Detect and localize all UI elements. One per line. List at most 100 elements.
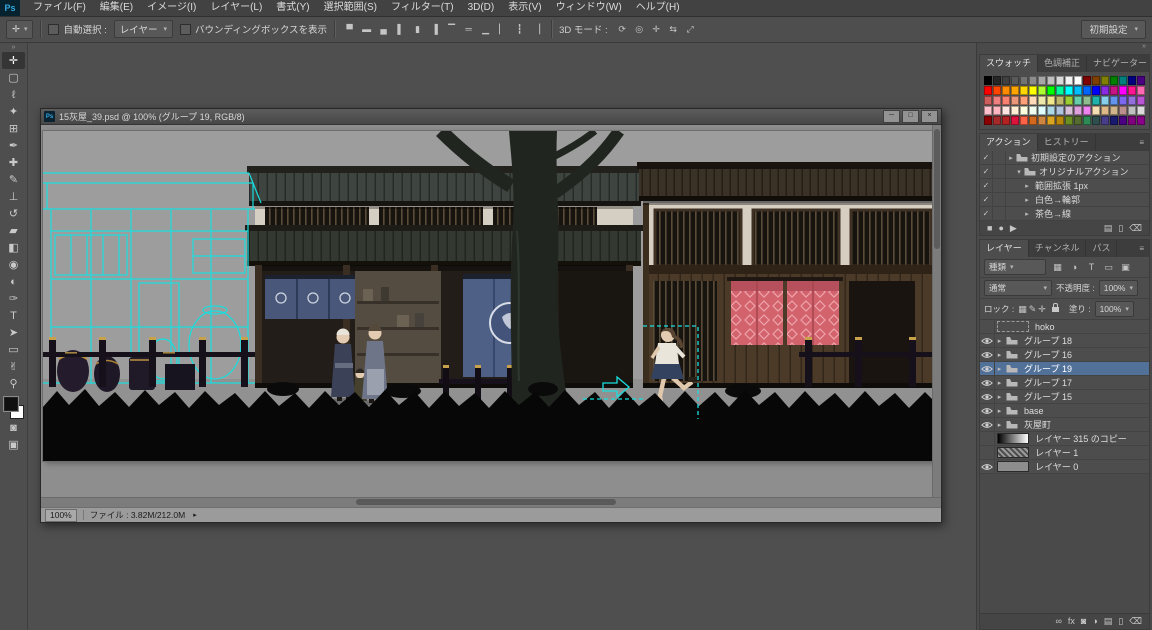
layer-name[interactable]: グループ 16 <box>1024 348 1072 361</box>
swatch[interactable] <box>1110 96 1118 105</box>
screen-mode-button[interactable]: ▣ <box>2 436 25 453</box>
swatch[interactable] <box>1128 96 1136 105</box>
expander-icon[interactable]: ▸ <box>995 393 1004 401</box>
layer-style-icon[interactable]: fx <box>1068 617 1075 626</box>
opacity-field[interactable]: 100% ▾ <box>1098 280 1138 296</box>
swatch[interactable] <box>1056 96 1064 105</box>
distribute-left-edges[interactable]: ▏ <box>495 21 510 37</box>
layer-row[interactable]: ▸ base <box>980 404 1149 418</box>
swatch[interactable] <box>1029 96 1037 105</box>
align-top-edges[interactable]: ▀ <box>342 21 357 37</box>
layer-row[interactable]: ▸ グループ 19 <box>980 362 1149 376</box>
distribute-top-edges[interactable]: ▔ <box>444 21 459 37</box>
vertical-scroll-thumb[interactable] <box>934 129 940 249</box>
swatch[interactable] <box>993 116 1001 125</box>
swatch[interactable] <box>1092 86 1100 95</box>
swatch[interactable] <box>1092 76 1100 85</box>
layer-thumbnail[interactable] <box>997 447 1029 458</box>
align-right-edges[interactable]: ▐ <box>427 21 442 37</box>
action-check-toggle[interactable]: ✓ <box>980 193 993 206</box>
swatch[interactable] <box>1083 86 1091 95</box>
play-icon[interactable]: ▶ <box>1010 223 1017 233</box>
layer-name[interactable]: base <box>1024 406 1044 416</box>
distribute-horizontal-centers[interactable]: ┇ <box>512 21 527 37</box>
layer-name[interactable]: レイヤー 0 <box>1035 460 1078 473</box>
swatches-tab[interactable]: スウォッチ <box>980 55 1039 72</box>
stop-icon[interactable]: ■ <box>987 223 992 233</box>
swatch[interactable] <box>1110 86 1118 95</box>
action-row[interactable]: ✓ ▸ 茶色→線 <box>980 207 1149 221</box>
swatch[interactable] <box>1020 106 1028 115</box>
menu-item[interactable]: フィルター(T) <box>384 0 461 16</box>
swatch[interactable] <box>1119 76 1127 85</box>
swatch[interactable] <box>984 116 992 125</box>
swatch[interactable] <box>1110 76 1118 85</box>
action-row[interactable]: ✓ ▸ 白色→輪郭 <box>980 193 1149 207</box>
lock-all-icon[interactable] <box>1051 302 1059 312</box>
swatch[interactable] <box>1083 116 1091 125</box>
swatch[interactable] <box>1083 106 1091 115</box>
move-tool[interactable]: ✛ <box>2 52 25 69</box>
dodge-tool[interactable]: ◐ <box>2 273 25 290</box>
layer-visibility-toggle[interactable] <box>980 418 995 431</box>
lasso-tool[interactable]: ℓ <box>2 86 25 103</box>
swatch[interactable] <box>1074 106 1082 115</box>
swatch[interactable] <box>1137 76 1145 85</box>
expander-icon[interactable]: ▸ <box>1022 182 1032 190</box>
swatch[interactable] <box>1137 96 1145 105</box>
distribute-bottom-edges[interactable]: ▁ <box>478 21 493 37</box>
quick-mask-button[interactable]: ◙ <box>2 419 25 436</box>
dialog-toggle[interactable] <box>993 193 1006 206</box>
hand-tool[interactable]: ✌ <box>2 358 25 375</box>
new-adjustment-layer-icon[interactable]: ◑ <box>1092 617 1097 626</box>
blur-tool[interactable]: ◉ <box>2 256 25 273</box>
maximize-button[interactable]: □ <box>902 110 919 123</box>
actions-tab[interactable]: ヒストリー <box>1038 134 1096 151</box>
canvas-area[interactable] <box>41 125 941 497</box>
swatch[interactable] <box>1011 76 1019 85</box>
swatch[interactable] <box>1128 76 1136 85</box>
3d-roll-icon[interactable]: ◎ <box>632 21 647 37</box>
layer-name[interactable]: 灰屋町 <box>1024 418 1051 431</box>
brush-tool[interactable]: ✎ <box>2 171 25 188</box>
status-flyout-icon[interactable]: ▸ <box>193 511 197 519</box>
filter-adjustment-icon[interactable]: ◑ <box>1067 259 1082 275</box>
action-check-toggle[interactable]: ✓ <box>980 151 993 164</box>
clone-stamp-tool[interactable]: ⊥ <box>2 188 25 205</box>
layer-row[interactable]: レイヤー 0 <box>980 460 1149 474</box>
new-group-icon[interactable]: ▤ <box>1104 617 1113 626</box>
swatch[interactable] <box>1128 106 1136 115</box>
layer-name[interactable]: hoko <box>1035 322 1055 332</box>
dialog-toggle[interactable] <box>993 179 1006 192</box>
layers-tab[interactable]: レイヤー <box>980 240 1029 257</box>
swatch[interactable] <box>1029 86 1037 95</box>
eraser-tool[interactable]: ▰ <box>2 222 25 239</box>
swatch[interactable] <box>1101 116 1109 125</box>
swatch[interactable] <box>1128 86 1136 95</box>
swatch[interactable] <box>1011 116 1019 125</box>
menu-item[interactable]: 書式(Y) <box>269 0 316 16</box>
swatches-tab[interactable]: 色調補正 <box>1038 55 1088 72</box>
delete-action-icon[interactable]: ⌫ <box>1129 223 1142 233</box>
align-horizontal-centers[interactable]: ▮ <box>410 21 425 37</box>
swatch[interactable] <box>984 76 992 85</box>
collapse-toolbar-icon[interactable]: » <box>12 44 16 52</box>
filter-shape-icon[interactable]: ▭ <box>1101 259 1116 275</box>
filter-pixel-icon[interactable]: ▦ <box>1050 259 1065 275</box>
swatch[interactable] <box>1074 96 1082 105</box>
layer-name[interactable]: グループ 17 <box>1024 376 1072 389</box>
action-row[interactable]: ✓ ▾ オリジナルアクション <box>980 165 1149 179</box>
layer-name[interactable]: グループ 15 <box>1024 390 1072 403</box>
expander-icon[interactable]: ▸ <box>995 337 1004 345</box>
swatch[interactable] <box>1038 116 1046 125</box>
swatch[interactable] <box>1056 86 1064 95</box>
swatch[interactable] <box>1065 106 1073 115</box>
layer-name[interactable]: レイヤー 315 のコピー <box>1035 432 1127 445</box>
dialog-toggle[interactable] <box>993 207 1006 220</box>
swatch[interactable] <box>1011 96 1019 105</box>
layer-thumbnail[interactable] <box>997 433 1029 444</box>
swatches-tab[interactable]: ナビゲーター <box>1087 55 1152 72</box>
expander-icon[interactable]: ▸ <box>995 407 1004 415</box>
swatch[interactable] <box>1002 86 1010 95</box>
swatch[interactable] <box>1038 86 1046 95</box>
